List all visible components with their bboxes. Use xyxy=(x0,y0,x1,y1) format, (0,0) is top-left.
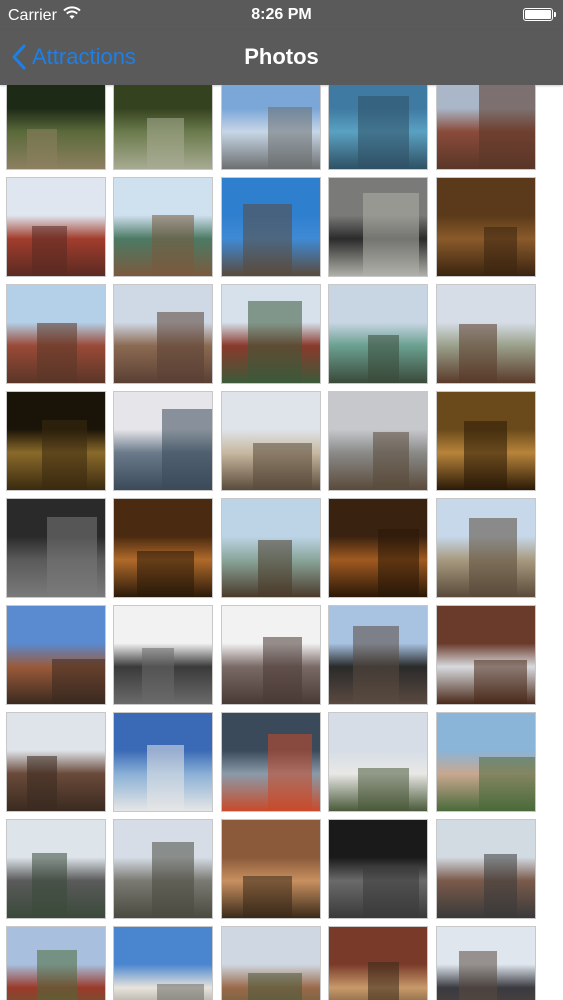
photo-subject xyxy=(268,107,312,169)
photo-subject xyxy=(378,529,419,597)
photo-thumbnail[interactable] xyxy=(436,926,536,1000)
photo-subject xyxy=(368,335,399,383)
photo-subject xyxy=(484,854,517,918)
photo-subject xyxy=(253,443,312,490)
navigation-bar: Attractions Photos xyxy=(0,30,563,85)
photo-thumbnail[interactable] xyxy=(221,498,321,598)
photo-thumbnail[interactable] xyxy=(113,926,213,1000)
photo-thumbnail[interactable] xyxy=(221,177,321,277)
battery-icon xyxy=(523,8,556,21)
photo-subject xyxy=(32,226,67,276)
photo-subject xyxy=(162,409,212,490)
photo-subject xyxy=(363,865,419,918)
photo-subject xyxy=(147,118,184,169)
clock: 8:26 PM xyxy=(251,6,312,23)
photo-subject xyxy=(459,951,497,1000)
photo-thumbnail[interactable] xyxy=(6,177,106,277)
photo-subject xyxy=(258,540,292,597)
photo-subject xyxy=(52,659,105,704)
photo-thumbnail[interactable] xyxy=(328,926,428,1000)
photo-thumbnail[interactable] xyxy=(6,819,106,919)
photo-thumbnail[interactable] xyxy=(6,926,106,1000)
photo-subject xyxy=(373,432,409,490)
photo-subject xyxy=(263,637,302,704)
photo-subject xyxy=(152,842,194,918)
photo-thumbnail[interactable] xyxy=(6,284,106,384)
photo-thumbnail[interactable] xyxy=(221,712,321,812)
photo-subject xyxy=(358,768,409,811)
photo-thumbnail[interactable] xyxy=(113,819,213,919)
photo-thumbnail[interactable] xyxy=(436,498,536,598)
photo-thumbnail[interactable] xyxy=(328,498,428,598)
photo-thumbnail[interactable] xyxy=(328,85,428,170)
photo-subject xyxy=(32,853,67,918)
photo-thumbnail[interactable] xyxy=(436,284,536,384)
photo-subject xyxy=(47,517,97,597)
photo-subject xyxy=(157,984,204,1000)
photo-thumbnail[interactable] xyxy=(328,284,428,384)
photo-thumbnail[interactable] xyxy=(221,391,321,491)
photo-thumbnail[interactable] xyxy=(221,85,321,170)
status-bar: Carrier 8:26 PM xyxy=(0,0,563,30)
photo-thumbnail[interactable] xyxy=(436,177,536,277)
photo-subject xyxy=(37,950,77,1000)
photo-subject xyxy=(243,876,292,918)
photo-thumbnail[interactable] xyxy=(6,85,106,170)
photo-thumbnail[interactable] xyxy=(221,819,321,919)
photo-subject xyxy=(248,301,302,383)
photo-thumbnail[interactable] xyxy=(6,391,106,491)
photo-thumbnail[interactable] xyxy=(6,498,106,598)
photo-thumbnail[interactable] xyxy=(436,85,536,170)
photo-subject xyxy=(268,734,312,811)
photo-grid xyxy=(0,85,563,1000)
photo-subject xyxy=(353,626,399,704)
photo-subject xyxy=(358,96,409,169)
photo-subject xyxy=(157,312,204,383)
photo-thumbnail[interactable] xyxy=(113,605,213,705)
photo-subject xyxy=(459,324,497,383)
photo-subject xyxy=(484,227,517,276)
photo-thumbnail[interactable] xyxy=(436,605,536,705)
photo-subject xyxy=(474,660,527,704)
photo-thumbnail[interactable] xyxy=(113,85,213,170)
photo-subject xyxy=(27,756,57,811)
photo-thumbnail[interactable] xyxy=(221,605,321,705)
photo-thumbnail[interactable] xyxy=(113,498,213,598)
photo-thumbnail[interactable] xyxy=(328,712,428,812)
photo-thumbnail[interactable] xyxy=(113,284,213,384)
photo-thumbnail[interactable] xyxy=(328,391,428,491)
photo-thumbnail[interactable] xyxy=(6,712,106,812)
photo-thumbnail[interactable] xyxy=(221,284,321,384)
photo-thumbnail[interactable] xyxy=(6,605,106,705)
photo-subject xyxy=(152,215,194,276)
photo-thumbnail[interactable] xyxy=(328,819,428,919)
photo-subject xyxy=(27,129,57,169)
photo-thumbnail[interactable] xyxy=(221,926,321,1000)
photo-thumbnail[interactable] xyxy=(113,177,213,277)
photo-subject xyxy=(248,973,302,1000)
photo-subject xyxy=(42,420,87,490)
photo-subject xyxy=(142,648,174,704)
photo-thumbnail[interactable] xyxy=(328,605,428,705)
photo-subject xyxy=(464,421,507,490)
photo-subject xyxy=(479,85,535,169)
photo-thumbnail[interactable] xyxy=(436,712,536,812)
photo-thumbnail[interactable] xyxy=(436,819,536,919)
photo-subject xyxy=(137,551,194,597)
photo-subject xyxy=(363,193,419,276)
page-title: Photos xyxy=(244,44,319,69)
photo-thumbnail[interactable] xyxy=(113,712,213,812)
photo-subject xyxy=(479,757,535,811)
photo-subject xyxy=(243,204,292,276)
photo-subject xyxy=(37,323,77,383)
photo-subject xyxy=(147,745,184,811)
photo-subject xyxy=(469,518,517,597)
photo-thumbnail[interactable] xyxy=(113,391,213,491)
photo-subject xyxy=(368,962,399,1000)
photo-thumbnail[interactable] xyxy=(436,391,536,491)
photo-thumbnail[interactable] xyxy=(328,177,428,277)
